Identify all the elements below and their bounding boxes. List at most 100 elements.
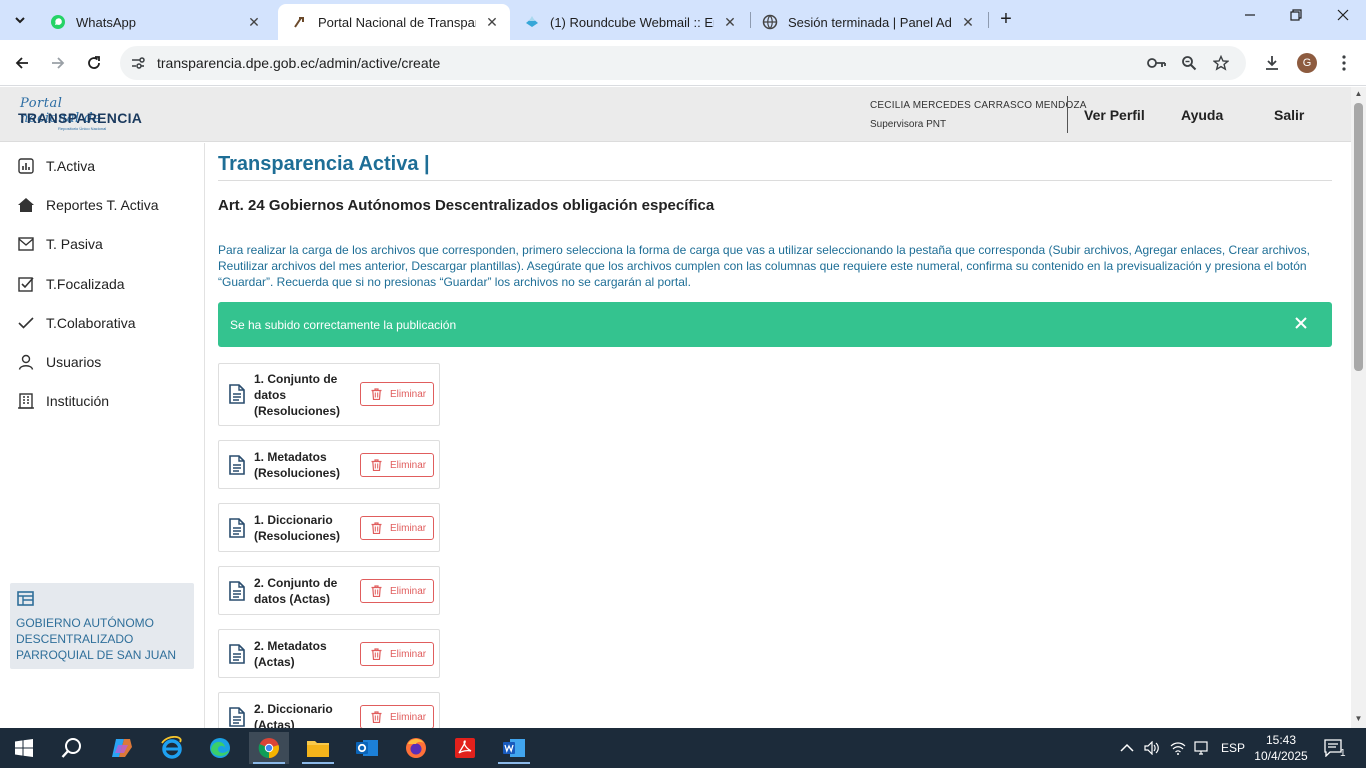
restore-window-button[interactable] [1284, 8, 1308, 26]
password-key-icon[interactable] [1147, 53, 1167, 73]
volume-button[interactable] [1144, 728, 1160, 768]
ver-perfil-link[interactable]: Ver Perfil [1084, 107, 1145, 123]
address-bar[interactable]: transparencia.dpe.gob.ec/admin/active/cr… [120, 46, 1246, 80]
display-button[interactable] [1194, 728, 1208, 768]
close-tab-icon[interactable]: ✕ [960, 14, 976, 31]
portal-favicon-icon [294, 17, 304, 28]
taskbar-chrome[interactable] [249, 732, 289, 764]
notification-count: 1 [1340, 747, 1346, 759]
taskbar-word[interactable] [494, 732, 534, 764]
close-tab-icon[interactable]: ✕ [484, 14, 500, 31]
clock-date: 10/4/2025 [1254, 749, 1308, 763]
taskbar-outlook[interactable] [347, 732, 387, 764]
ayuda-link[interactable]: Ayuda [1181, 107, 1223, 123]
forward-button[interactable] [46, 51, 70, 75]
show-hidden-icons-button[interactable] [1120, 728, 1134, 768]
minimize-window-button[interactable] [1238, 8, 1262, 26]
delete-button[interactable]: Eliminar [360, 705, 434, 728]
close-window-button[interactable] [1331, 8, 1355, 26]
outlook-icon [356, 740, 378, 756]
institution-box: GOBIERNO AUTÓNOMO DESCENTRALIZADO PARROQ… [10, 583, 194, 669]
browser-menu-button[interactable] [1333, 52, 1355, 74]
delete-label: Eliminar [390, 648, 427, 660]
delete-label: Eliminar [390, 522, 427, 534]
taskbar-internet-explorer[interactable] [152, 732, 192, 764]
tab-portal-transparencia[interactable]: Portal Nacional de Transparencia ✕ [278, 4, 510, 40]
trash-icon [371, 711, 382, 723]
page-title: Transparencia Activa | [218, 153, 430, 175]
document-icon [229, 581, 245, 601]
document-icon [229, 455, 245, 475]
delete-button[interactable]: Eliminar [360, 642, 434, 666]
file-card: 2. Conjunto de datos (Actas) Eliminar [218, 566, 440, 615]
tab-title: (1) Roundcube Webmail :: Entrada [550, 14, 714, 30]
trash-icon [371, 388, 382, 400]
site-header: Portal nacional de TRANSPARENCIA Reposit… [0, 87, 1351, 142]
close-icon [1337, 9, 1349, 21]
user-name: CECILIA MERCEDES CARRASCO MENDOZA [870, 100, 1087, 111]
start-button[interactable] [4, 732, 44, 764]
sidebar-item-t-activa[interactable]: T.Activa [0, 151, 205, 181]
acrobat-icon [455, 738, 475, 758]
institution-table-icon [17, 591, 34, 611]
scrollbar-thumb[interactable] [1354, 103, 1363, 371]
downloads-button[interactable] [1261, 52, 1283, 74]
close-tab-icon[interactable]: ✕ [722, 14, 738, 31]
scroll-up-arrow-icon[interactable]: ▲ [1354, 89, 1363, 98]
network-button[interactable] [1170, 728, 1186, 768]
sidebar: T.Activa Reportes T. Activa T. Pasiva T.… [0, 143, 205, 728]
profile-avatar[interactable]: G [1297, 53, 1317, 73]
sidebar-item-reportes[interactable]: Reportes T. Activa [0, 190, 205, 220]
file-card: 1. Conjunto de datos (Resoluciones) Elim… [218, 363, 440, 426]
sidebar-item-label: T.Activa [46, 158, 96, 174]
taskbar-acrobat[interactable] [445, 732, 485, 764]
sidebar-item-t-colaborativa[interactable]: T.Colaborativa [0, 308, 205, 338]
tab-roundcube[interactable]: (1) Roundcube Webmail :: Entrada ✕ [510, 4, 748, 40]
sidebar-item-label: T.Focalizada [46, 276, 125, 292]
site-logo[interactable]: Portal nacional de TRANSPARENCIA Reposit… [18, 96, 142, 131]
page-scrollbar[interactable]: ▲ ▼ [1351, 87, 1366, 728]
taskbar-search-button[interactable] [52, 732, 92, 764]
alert-close-button[interactable] [1292, 314, 1310, 332]
taskbar-firefox[interactable] [396, 732, 436, 764]
sidebar-item-institucion[interactable]: Institución [0, 386, 205, 416]
copilot-icon [112, 739, 132, 757]
system-clock[interactable]: 15:43 10/4/2025 [1254, 732, 1308, 764]
sidebar-item-t-focalizada[interactable]: T.Focalizada [0, 269, 205, 299]
clock-time: 15:43 [1265, 733, 1297, 747]
file-card: 2. Metadatos (Actas) Eliminar [218, 629, 440, 678]
trash-icon [371, 459, 382, 471]
success-alert: Se ha subido correctamente la publicació… [218, 302, 1332, 347]
scroll-down-arrow-icon[interactable]: ▼ [1354, 714, 1363, 723]
salir-link[interactable]: Salir [1274, 107, 1304, 123]
new-tab-button[interactable]: + [994, 8, 1018, 31]
tab-search-button[interactable] [8, 8, 32, 32]
alert-message: Se ha subido correctamente la publicació… [230, 318, 457, 332]
reload-button[interactable] [82, 51, 106, 75]
site-info-icon[interactable] [128, 53, 148, 73]
arrow-right-icon [52, 57, 65, 69]
input-language[interactable]: ESP [1221, 728, 1245, 768]
tab-whatsapp[interactable]: WhatsApp ✕ [36, 4, 272, 40]
sidebar-item-label: Usuarios [46, 354, 102, 370]
arrow-left-icon [15, 57, 28, 69]
taskbar-copilot[interactable] [102, 732, 142, 764]
back-button[interactable] [10, 51, 34, 75]
taskbar-file-explorer[interactable] [298, 732, 338, 764]
delete-label: Eliminar [390, 711, 427, 723]
zoom-icon[interactable] [1179, 53, 1199, 73]
delete-button[interactable]: Eliminar [360, 453, 434, 477]
user-icon [17, 353, 35, 371]
sidebar-item-t-pasiva[interactable]: T. Pasiva [0, 229, 205, 259]
restore-icon [1290, 9, 1302, 21]
delete-button[interactable]: Eliminar [360, 516, 434, 540]
close-tab-icon[interactable]: ✕ [246, 14, 262, 31]
bookmark-star-icon[interactable] [1211, 53, 1231, 73]
sidebar-item-usuarios[interactable]: Usuarios [0, 347, 205, 377]
delete-button[interactable]: Eliminar [360, 579, 434, 603]
taskbar-edge[interactable] [200, 732, 240, 764]
notification-center-button[interactable]: 1 [1324, 728, 1346, 768]
tab-panel-admin[interactable]: Sesión terminada | Panel Admin ✕ [748, 4, 986, 40]
file-card: 1. Metadatos (Resoluciones) Eliminar [218, 440, 440, 489]
delete-button[interactable]: Eliminar [360, 382, 434, 406]
